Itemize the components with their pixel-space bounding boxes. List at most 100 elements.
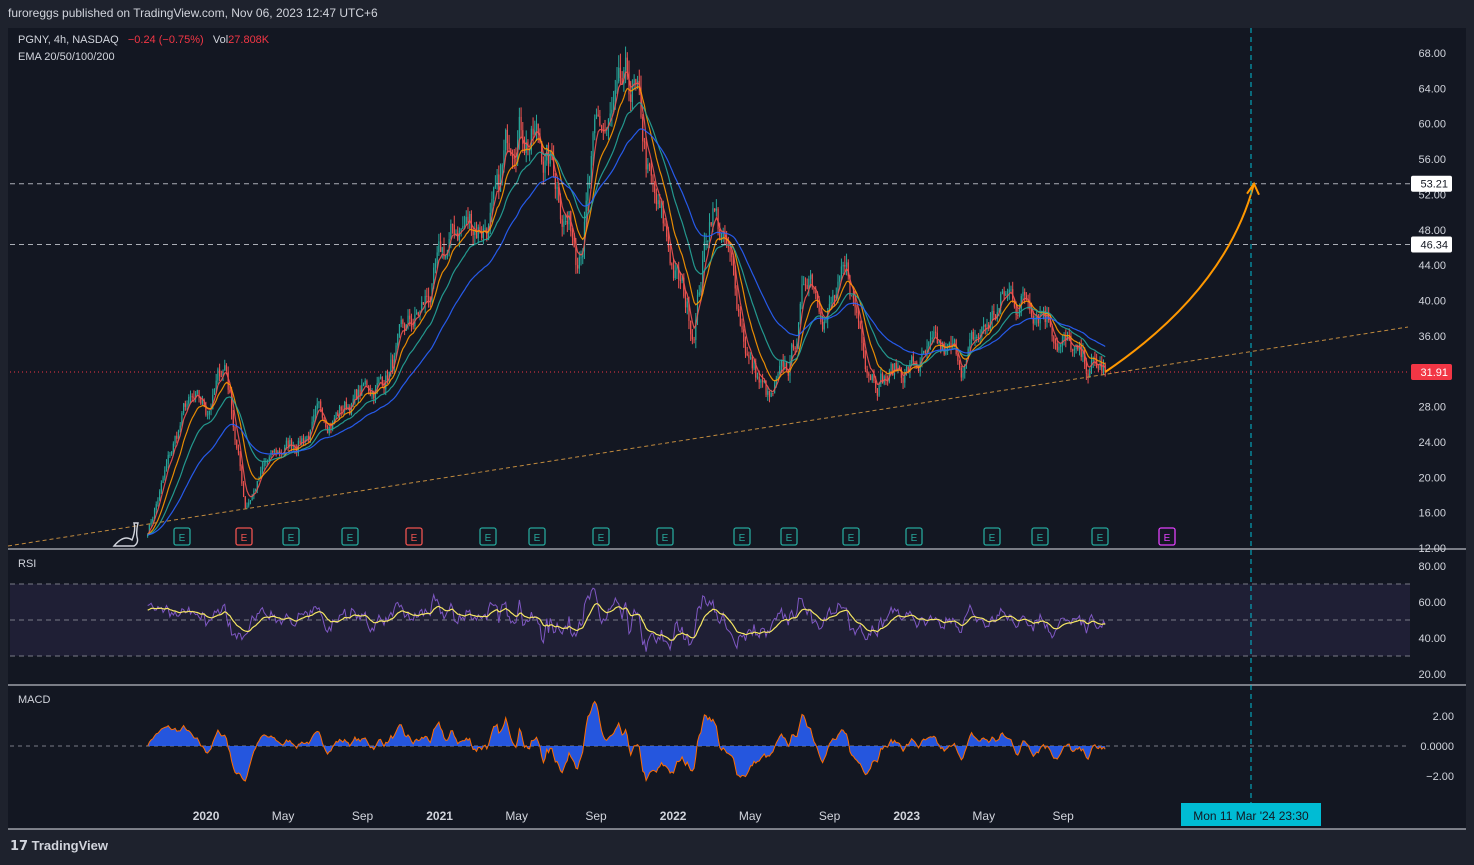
candle-body — [760, 380, 762, 383]
candle-body — [799, 303, 801, 323]
candle-body — [215, 380, 217, 390]
candle-body — [162, 477, 164, 483]
candle-body — [914, 361, 916, 363]
candle-body — [261, 466, 264, 471]
candle-body — [809, 274, 812, 279]
candle-body — [666, 225, 668, 237]
candle-body — [982, 325, 985, 327]
rsi-pane[interactable] — [10, 583, 1410, 657]
volume-label: Vol — [212, 34, 229, 46]
candle-body — [667, 236, 669, 248]
candle-body — [229, 389, 231, 393]
candle-body — [427, 295, 430, 302]
candle-body — [1010, 289, 1012, 291]
candle-body — [441, 247, 443, 252]
candle-body — [859, 322, 861, 329]
candle-body — [839, 276, 841, 282]
candle-body — [167, 454, 169, 464]
earnings-marker-label: E — [662, 533, 669, 544]
candle-body — [803, 284, 805, 286]
rsi-pane-label[interactable]: RSI — [18, 558, 36, 570]
macd-pane-label[interactable]: MACD — [18, 694, 50, 706]
crosshair-time-label: Mon 11 Mar '24 23:30 — [1193, 809, 1309, 823]
candle-body — [626, 57, 628, 72]
symbol-name: PGNY, 4h, NASDAQ — [18, 34, 119, 46]
candle-body — [993, 310, 995, 315]
candle-body — [741, 325, 743, 330]
candle-body — [337, 412, 339, 416]
candle-body — [690, 320, 692, 335]
price-axis-tick: 28.00 — [1418, 402, 1446, 414]
candle-body — [828, 303, 831, 311]
time-axis-tick: Sep — [819, 809, 841, 823]
candle-body — [972, 332, 974, 340]
candle-body — [779, 365, 781, 374]
candle-body — [660, 205, 663, 209]
candle-body — [422, 302, 425, 305]
candle-body — [213, 389, 216, 395]
candle-body — [400, 319, 402, 325]
candle-body — [1053, 336, 1055, 344]
candle-body — [866, 369, 868, 374]
price-axis-tick: 12.00 — [1418, 543, 1446, 555]
earnings-marker-label: E — [1097, 533, 1104, 544]
price-axis-tick: 56.00 — [1418, 154, 1446, 166]
candle-body — [777, 373, 779, 379]
candle-body — [549, 150, 551, 164]
candle-body — [225, 365, 228, 372]
candle-body — [974, 337, 976, 340]
candle-body — [398, 324, 401, 334]
candle-body — [179, 425, 181, 431]
candle-body — [1054, 343, 1057, 345]
macd-axis-tick: −2.00 — [1426, 771, 1454, 783]
tradingview-brand[interactable]: 𝟭𝟳 TradingView — [10, 838, 108, 854]
time-axis-tick: May — [272, 809, 295, 823]
candle-body — [426, 295, 428, 297]
candle-body — [878, 383, 880, 396]
time-axis-tick: May — [972, 809, 995, 823]
candle-body — [844, 265, 846, 267]
candle-body — [767, 391, 769, 395]
candle-body — [506, 129, 508, 144]
volume-value: 27.808K — [228, 34, 270, 46]
candle-body — [911, 356, 913, 363]
candle-body — [462, 226, 464, 229]
candle-body — [482, 228, 484, 238]
candle-body — [984, 325, 986, 327]
candle-body — [630, 94, 632, 102]
candle-body — [871, 374, 873, 381]
candle-body — [960, 368, 962, 378]
candle-body — [648, 164, 651, 167]
candle-body — [415, 312, 418, 315]
candle-body — [875, 380, 877, 389]
candle-body — [595, 114, 598, 119]
candle-body — [511, 154, 514, 158]
candle-body — [970, 332, 973, 340]
candle-body — [969, 339, 971, 349]
candle-body — [806, 285, 808, 290]
candle-body — [285, 440, 288, 448]
candle-body — [618, 67, 620, 82]
candle-body — [1089, 368, 1091, 378]
ema-legend[interactable]: EMA 20/50/100/200 — [18, 51, 115, 63]
candle-body — [758, 376, 760, 383]
candle-body — [412, 325, 414, 327]
chart-canvas[interactable]: EEEEEEEEEEEEEEEEE 68.0064.0060.0056.0052… — [0, 0, 1474, 865]
candle-body — [959, 361, 961, 369]
candle-body — [698, 292, 700, 296]
candle-body — [208, 410, 210, 415]
candle-body — [234, 426, 236, 441]
candle-body — [691, 334, 693, 340]
candle-body — [171, 451, 173, 455]
time-axis-tick: Sep — [1052, 809, 1074, 823]
candle-body — [150, 521, 152, 525]
earnings-marker-label: E — [848, 533, 855, 544]
candle-body — [650, 166, 652, 176]
candle-body — [1017, 314, 1019, 316]
candle-body — [207, 414, 209, 416]
candle-body — [392, 359, 394, 368]
candle-body — [772, 393, 774, 395]
candle-body — [1001, 291, 1004, 294]
candle-body — [933, 331, 935, 338]
candle-body — [172, 443, 174, 452]
